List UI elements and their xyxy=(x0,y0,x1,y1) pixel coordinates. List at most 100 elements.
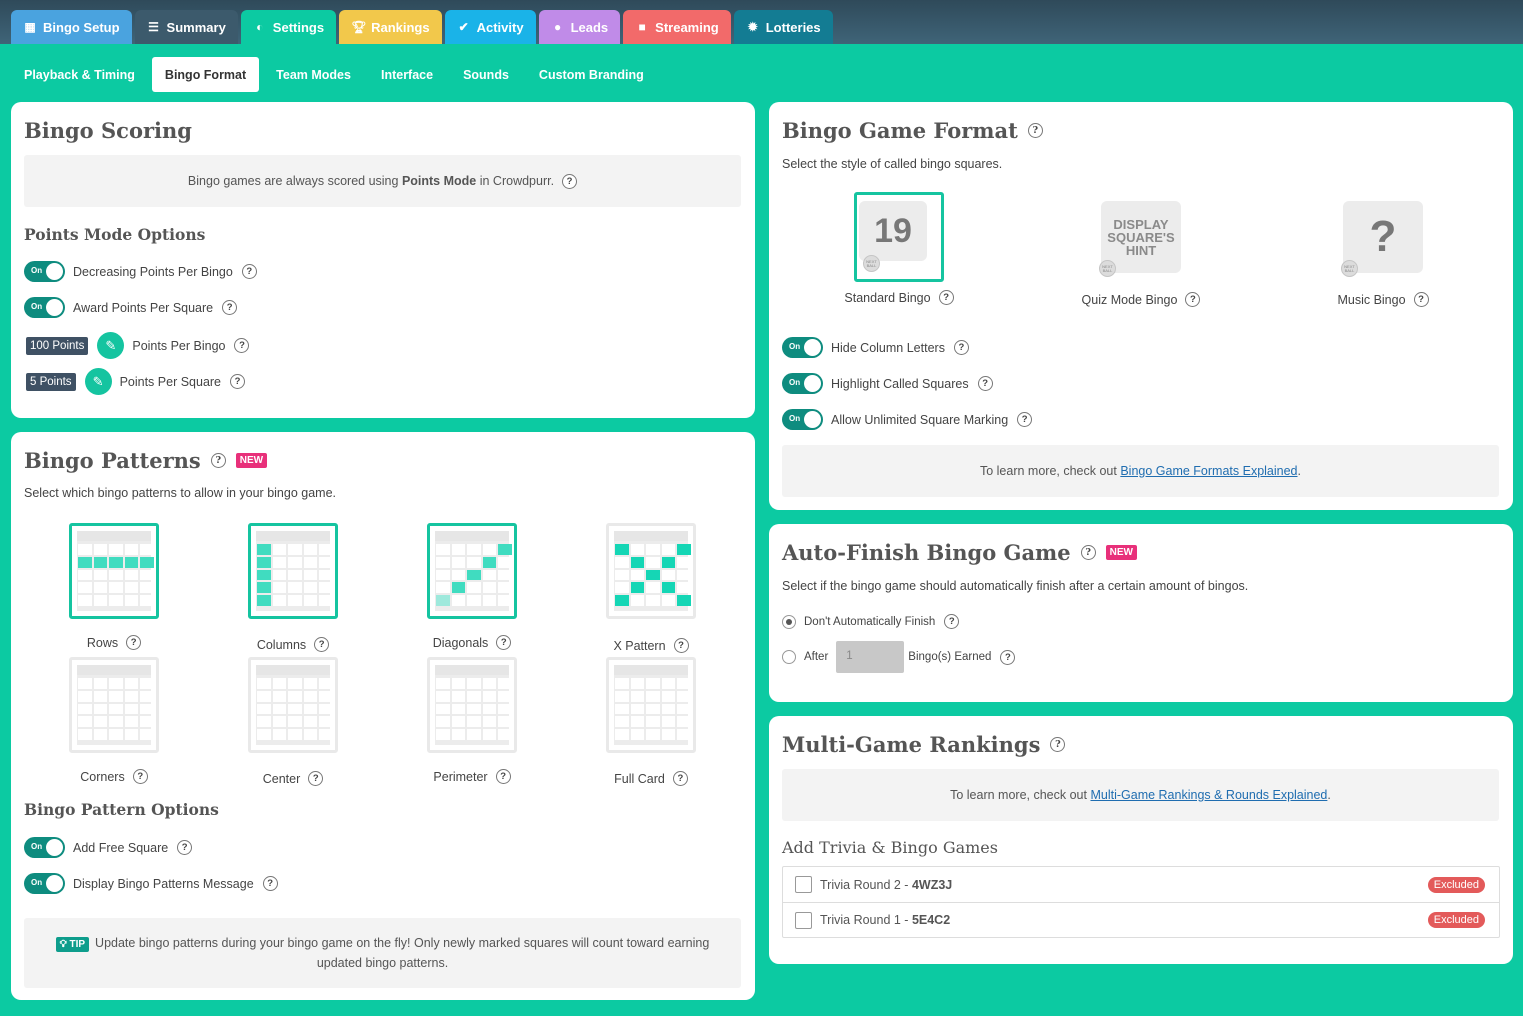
standard-bingo-caption: Standard Bingo? xyxy=(824,290,974,305)
list-item[interactable]: Trivia Round 2 - 4WZ3J Excluded xyxy=(783,867,1499,902)
tip-box: 💡︎ TIP Update bingo patterns during your … xyxy=(24,918,741,988)
pattern-diagonals[interactable] xyxy=(427,523,517,619)
tab-activity[interactable]: ✔ Activity xyxy=(444,10,536,44)
help-icon[interactable]: ? xyxy=(222,300,238,315)
help-icon[interactable]: ? xyxy=(1185,292,1201,307)
main-tabs: ▦ Bingo Setup ☰ Summary ◐ Settings 🏆︎ Rankin… xyxy=(11,10,833,44)
pattern-caption: Diagonals? xyxy=(397,635,547,650)
decreasing-points-toggle[interactable]: On xyxy=(24,261,65,282)
tab-bingo-setup[interactable]: ▦ Bingo Setup xyxy=(11,10,132,44)
highlight-called-squares-row: On Highlight Called Squares ? xyxy=(782,373,993,394)
highlight-called-squares-toggle[interactable]: On xyxy=(782,373,823,394)
new-badge: NEW xyxy=(235,453,268,468)
help-icon[interactable]: ? xyxy=(126,635,142,650)
tab-summary[interactable]: ☰ Summary xyxy=(134,10,238,44)
help-icon[interactable]: ? xyxy=(1017,412,1033,427)
help-icon[interactable]: ? xyxy=(944,614,960,629)
pattern-full-card[interactable] xyxy=(606,657,696,753)
help-icon[interactable]: ? xyxy=(1000,649,1016,665)
pattern-perimeter[interactable] xyxy=(427,657,517,753)
grid-icon: ▦ xyxy=(24,20,36,34)
tip-badge: 💡︎ TIP xyxy=(55,937,90,952)
tab-settings[interactable]: ◐ Settings xyxy=(240,10,337,44)
pattern-caption: Center? xyxy=(218,771,368,786)
tab-streaming[interactable]: ■ Streaming xyxy=(623,10,731,44)
after-bingos-radio[interactable] xyxy=(782,650,796,664)
bingo-game-format-title: Bingo Game Format ? xyxy=(782,118,1043,143)
rankings-explained-link[interactable]: Multi-Game Rankings & Rounds Explained xyxy=(1090,788,1327,802)
tab-leads[interactable]: ● Leads xyxy=(538,10,621,44)
subtab-custom-branding[interactable]: Custom Branding xyxy=(526,57,657,92)
help-icon[interactable]: ? xyxy=(562,173,578,189)
game-checkbox[interactable] xyxy=(795,876,812,893)
help-icon[interactable]: ? xyxy=(1413,292,1429,307)
help-icon[interactable]: ? xyxy=(673,638,689,653)
subtab-sounds[interactable]: Sounds xyxy=(450,57,522,92)
help-icon[interactable]: ? xyxy=(672,771,688,786)
edit-points-per-square-button[interactable]: ✎ xyxy=(84,368,112,395)
decreasing-points-row: On Decreasing Points Per Bingo ? xyxy=(24,261,257,282)
toggle-icon: ◐ xyxy=(256,20,264,34)
hide-column-letters-toggle[interactable]: On xyxy=(782,337,823,358)
help-icon[interactable]: ? xyxy=(1080,545,1096,560)
free-square-toggle[interactable]: On xyxy=(24,837,65,858)
list-item[interactable]: Trivia Round 1 - 5E4C2 Excluded xyxy=(783,902,1499,937)
help-icon[interactable]: ? xyxy=(938,290,954,305)
auto-finish-subtitle: Select if the bingo game should automati… xyxy=(782,579,1249,593)
help-icon[interactable]: ? xyxy=(234,338,250,353)
help-icon[interactable]: ? xyxy=(495,769,511,784)
bingo-formats-explained-link[interactable]: Bingo Game Formats Explained xyxy=(1120,464,1297,478)
help-icon[interactable]: ? xyxy=(314,637,330,652)
pattern-center[interactable] xyxy=(248,657,338,753)
tab-lotteries[interactable]: ✹ Lotteries xyxy=(733,10,833,44)
help-icon[interactable]: ? xyxy=(1027,123,1043,138)
help-icon[interactable]: ? xyxy=(308,771,324,786)
pattern-columns[interactable] xyxy=(248,523,338,619)
pattern-caption: Full Card? xyxy=(576,771,726,786)
standard-bingo-option[interactable]: 19 NEXT BALL xyxy=(854,192,944,282)
edit-points-per-bingo-button[interactable]: ✎ xyxy=(97,332,125,359)
help-icon[interactable]: ? xyxy=(262,876,278,891)
game-checkbox[interactable] xyxy=(795,911,812,929)
unlimited-marking-toggle[interactable]: On xyxy=(782,409,823,430)
help-icon[interactable]: ? xyxy=(241,264,257,279)
bingos-count-input[interactable]: 1 xyxy=(836,641,905,673)
dont-auto-finish-radio[interactable] xyxy=(782,614,796,629)
pattern-corners[interactable] xyxy=(69,657,159,753)
help-icon[interactable]: ? xyxy=(496,635,512,650)
help-icon[interactable]: ? xyxy=(953,340,969,355)
points-mode-options-title: Points Mode Options xyxy=(24,225,206,244)
points-per-bingo-value: 100 Points xyxy=(26,336,89,355)
next-ball-icon: NEXT BALL xyxy=(863,255,880,272)
quiz-mode-bingo-caption: Quiz Mode Bingo? xyxy=(1066,292,1216,307)
music-bingo-caption: Music Bingo? xyxy=(1308,292,1458,307)
help-icon[interactable]: ? xyxy=(210,453,226,468)
games-list: Trivia Round 2 - 4WZ3J Excluded Trivia R… xyxy=(782,866,1500,938)
pattern-rows[interactable] xyxy=(69,523,159,619)
bingo-pattern-options-title: Bingo Pattern Options xyxy=(24,800,219,819)
help-icon[interactable]: ? xyxy=(230,374,246,389)
sub-tabs: Playback & Timing Bingo Format Team Mode… xyxy=(11,57,657,92)
subtab-playback-timing[interactable]: Playback & Timing xyxy=(11,57,148,92)
award-points-toggle[interactable]: On xyxy=(24,297,65,318)
help-icon[interactable]: ? xyxy=(977,376,993,391)
subtab-team-modes[interactable]: Team Modes xyxy=(263,57,364,92)
dont-auto-finish-option[interactable]: Don't Automatically Finish ? xyxy=(782,614,960,629)
unlimited-marking-row: On Allow Unlimited Square Marking ? xyxy=(782,409,1033,430)
bingo-patterns-title: Bingo Patterns ? NEW xyxy=(24,448,268,473)
standard-bingo-number: 19 xyxy=(874,211,912,250)
bingo-patterns-card: Bingo Patterns ? NEW Select which bingo … xyxy=(11,432,755,1000)
pattern-caption: X Pattern? xyxy=(576,638,726,653)
subtab-bingo-format[interactable]: Bingo Format xyxy=(151,57,260,92)
subtab-interface[interactable]: Interface xyxy=(368,57,446,92)
help-icon[interactable]: ? xyxy=(1050,737,1066,752)
pattern-caption: Corners? xyxy=(39,769,189,784)
award-points-row: On Award Points Per Square ? xyxy=(24,297,238,318)
pattern-x-pattern[interactable] xyxy=(606,523,696,619)
help-icon[interactable]: ? xyxy=(132,769,148,784)
tab-rankings[interactable]: 🏆︎ Rankings xyxy=(339,10,442,44)
display-patterns-message-toggle[interactable]: On xyxy=(24,873,65,894)
bingo-scoring-card: Bingo Scoring Bingo games are always sco… xyxy=(11,102,755,418)
help-icon[interactable]: ? xyxy=(177,840,193,855)
add-games-title: Add Trivia & Bingo Games xyxy=(782,838,998,857)
